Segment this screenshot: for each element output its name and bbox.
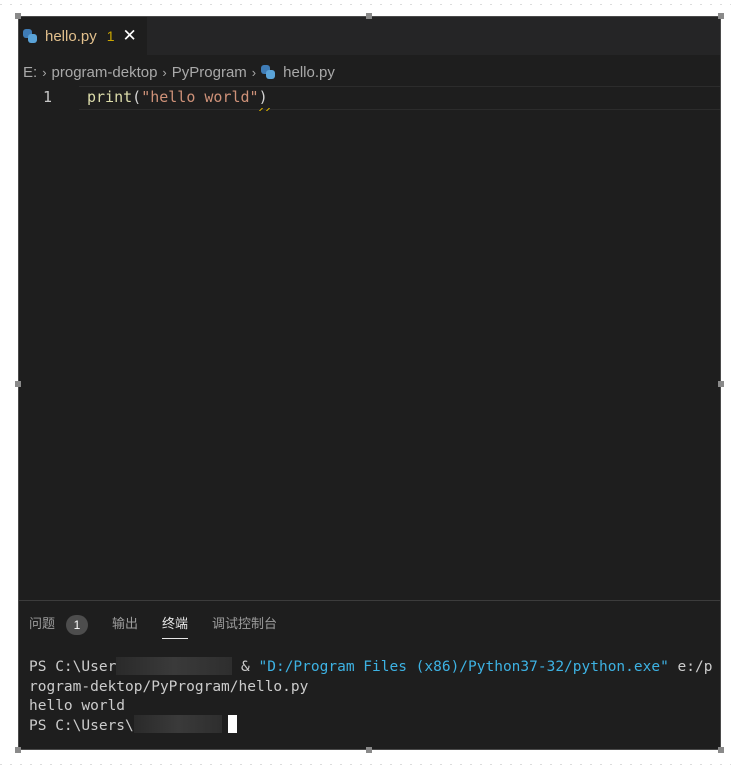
problems-count-badge: 1 — [66, 615, 89, 635]
terminal-line: PS C:\Users\ — [29, 715, 714, 737]
terminal-cursor — [227, 715, 237, 733]
terminal-exe-path: "D:/Program Files (x86)/Python37-32/pyth… — [258, 659, 669, 675]
line-number: 1 — [43, 88, 53, 106]
close-icon[interactable]: ✕ — [123, 27, 137, 45]
tab-terminal[interactable]: 终端 — [162, 613, 189, 639]
tab-hello-py[interactable]: hello.py 1 ✕ — [19, 17, 147, 55]
terminal-arg: e:/p — [668, 659, 713, 675]
terminal-prompt: PS C:\User — [29, 659, 117, 675]
vscode-window: hello.py 1 ✕ E: › program-dektop › PyPro… — [18, 16, 721, 750]
code-editor[interactable]: 1 print("hello world") — [19, 84, 720, 599]
terminal-amp: & — [241, 659, 259, 675]
code-text[interactable]: print("hello world") — [87, 86, 270, 111]
panel-tab-bar: 问题 1 输出 终端 调试控制台 — [29, 611, 301, 639]
terminal-output[interactable]: PS C:\User & "D:/Program Files (x86)/Pyt… — [29, 656, 714, 737]
tab-output[interactable]: 输出 — [112, 613, 138, 637]
resize-handle[interactable] — [15, 747, 21, 753]
tab-terminal-label: 终端 — [162, 617, 189, 632]
chevron-right-icon: › — [251, 64, 257, 80]
breadcrumb-item-file[interactable]: hello.py — [283, 64, 335, 81]
chevron-right-icon: › — [42, 64, 47, 80]
tab-title: hello.py — [45, 27, 97, 45]
breadcrumb-item-subfolder[interactable]: PyProgram — [172, 64, 247, 81]
resize-handle[interactable] — [366, 747, 372, 753]
tab-debug-console[interactable]: 调试控制台 — [212, 613, 277, 637]
editor-tab-bar: hello.py 1 ✕ — [19, 17, 720, 55]
redacted-block — [116, 656, 233, 675]
selection-dashes-bottom — [0, 764, 731, 765]
terminal-line: hello world — [29, 698, 126, 714]
redacted-block — [133, 715, 222, 733]
token-string: "hello world" — [141, 88, 259, 106]
tab-problems-label: 问题 — [29, 617, 56, 632]
breadcrumb-item-folder[interactable]: program-dektop — [52, 64, 158, 81]
bottom-panel: 问题 1 输出 终端 调试控制台 PS C:\User & "D:/Progra… — [19, 600, 720, 749]
token-open-paren: ( — [132, 88, 142, 106]
terminal-prompt: PS C:\Users\ — [29, 717, 134, 734]
resize-handle[interactable] — [15, 13, 21, 19]
breadcrumb-item-drive[interactable]: E: — [23, 64, 37, 81]
breadcrumb: E: › program-dektop › PyProgram › hello.… — [23, 61, 335, 83]
code-line[interactable]: 1 print("hello world") — [19, 86, 720, 111]
tab-debug-console-label: 调试控制台 — [212, 617, 278, 632]
resize-handle[interactable] — [718, 747, 724, 753]
resize-handle[interactable] — [366, 13, 372, 19]
token-close-paren-warning: ) — [258, 88, 270, 111]
tab-problems-badge: 1 — [106, 28, 115, 44]
token-function: print — [87, 88, 133, 106]
terminal-line: rogram-dektop/PyProgram/hello.py — [29, 678, 309, 695]
tab-output-label: 输出 — [112, 617, 139, 632]
terminal-line: PS C:\User & "D:/Program Files (x86)/Pyt… — [29, 656, 714, 678]
python-file-icon — [23, 29, 37, 43]
chevron-right-icon: › — [162, 64, 167, 80]
selection-dashes-top — [0, 4, 731, 5]
resize-handle[interactable] — [718, 13, 724, 19]
resize-handle[interactable] — [718, 381, 724, 387]
tab-problems[interactable]: 问题 1 — [29, 613, 89, 637]
resize-handle[interactable] — [15, 381, 21, 387]
python-file-icon — [261, 65, 276, 79]
